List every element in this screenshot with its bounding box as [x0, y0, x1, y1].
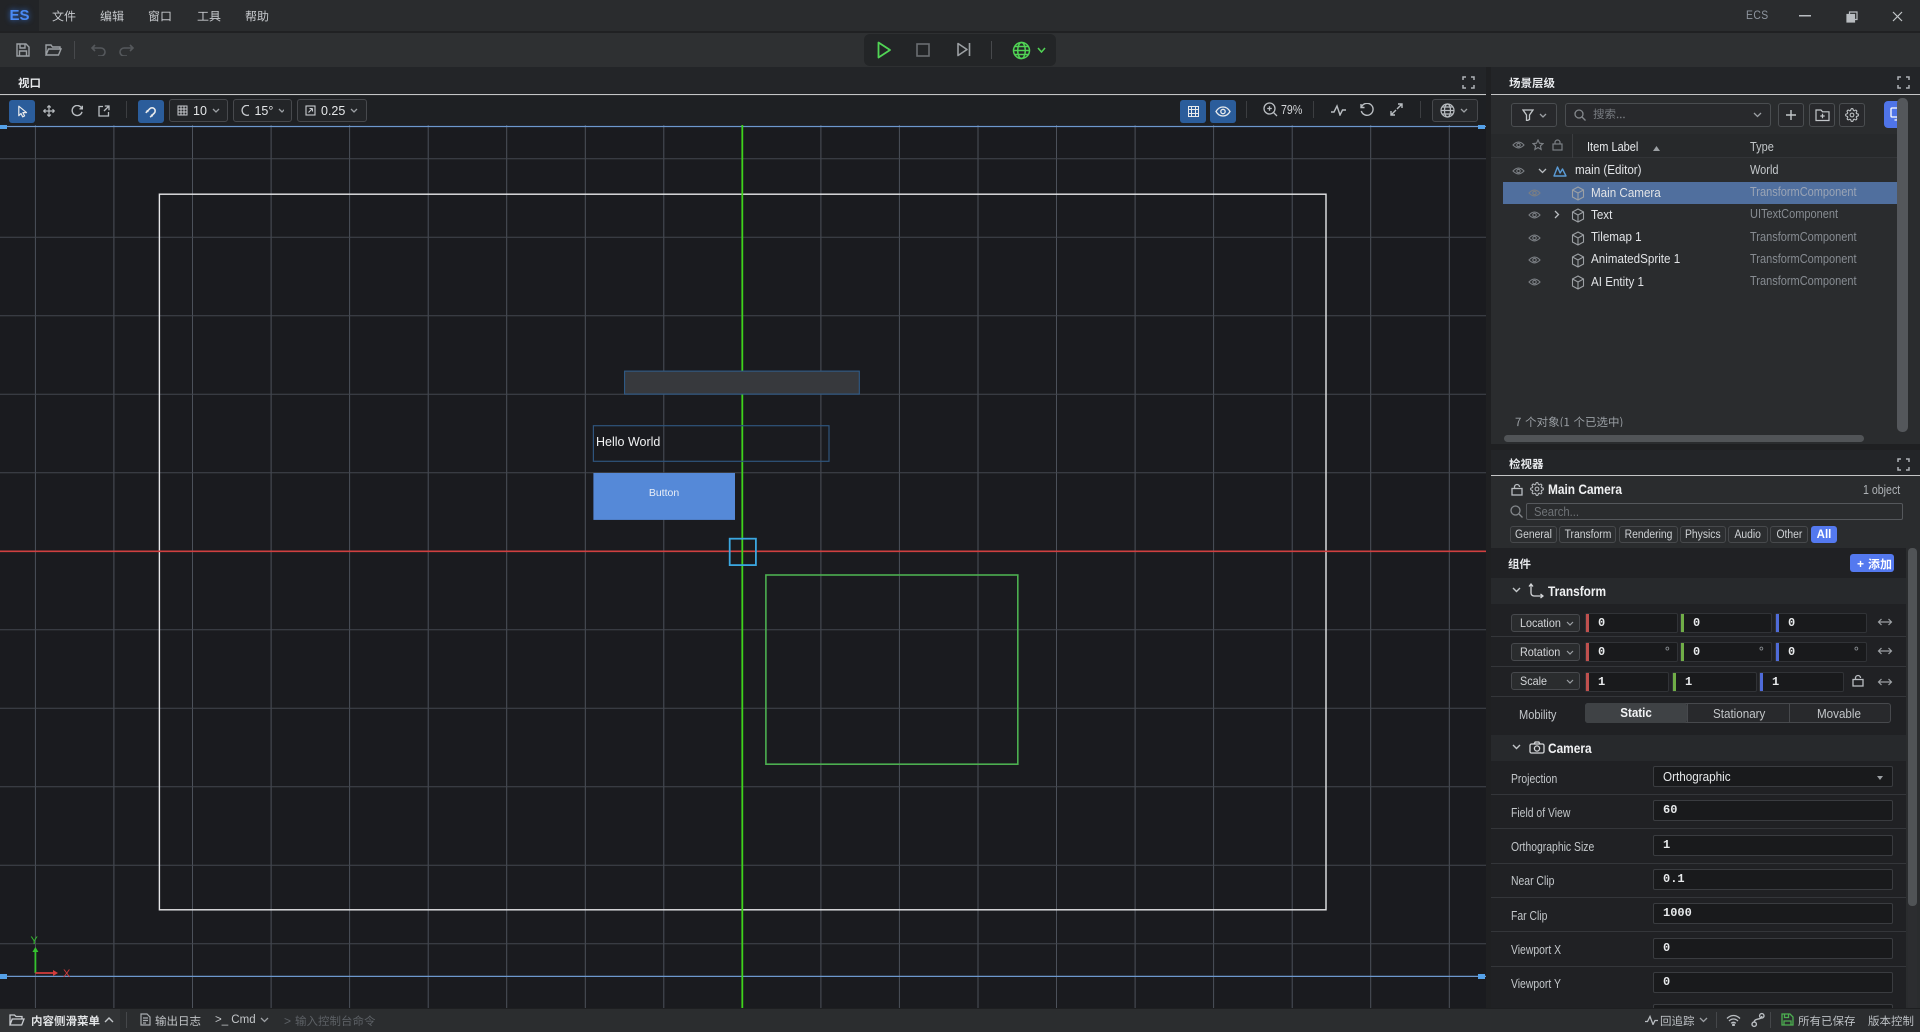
svg-text:Y: Y: [31, 935, 39, 947]
svg-text:X: X: [63, 968, 71, 980]
